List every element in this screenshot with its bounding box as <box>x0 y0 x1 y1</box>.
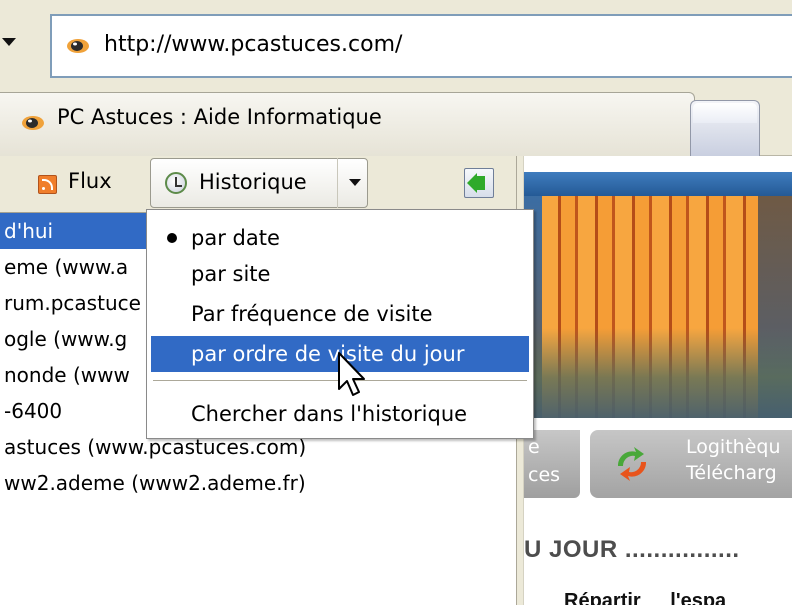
chevron-down-icon[interactable] <box>337 158 369 208</box>
banner-shade <box>524 328 792 418</box>
address-bar-row: http://www.pcastuces.com/ <box>0 0 792 92</box>
recycle-arrows-icon <box>617 447 647 481</box>
site-banner-image <box>524 196 792 418</box>
menu-separator <box>153 380 527 382</box>
rss-icon[interactable] <box>38 175 57 194</box>
history-clock-icon <box>165 172 187 194</box>
site-nav-tab-left[interactable]: e ces <box>524 430 580 498</box>
nav-tab-left-line: ces <box>528 464 561 486</box>
menu-item-label: par site <box>191 262 271 286</box>
menu-item-label: par ordre de visite du jour <box>191 342 465 366</box>
green-arrow-icon[interactable] <box>464 168 494 198</box>
history-select-label: Historique <box>199 170 307 194</box>
radio-bullet-icon <box>167 233 177 243</box>
tab-strip: PC Astuces : Aide Informatique <box>0 92 792 156</box>
menu-item-par-ordre-visite[interactable]: par ordre de visite du jour <box>151 336 529 372</box>
site-top-bar <box>524 172 792 196</box>
url-text[interactable]: http://www.pcastuces.com/ <box>104 32 402 57</box>
sidebar-header: Flux Historique <box>0 156 516 212</box>
menu-item-label: par date <box>191 226 280 250</box>
pcastuces-favicon-icon <box>67 39 89 53</box>
menu-item-par-frequence[interactable]: Par fréquence de visite <box>151 296 529 332</box>
menu-item-label: Par fréquence de visite <box>191 302 433 326</box>
pcastuces-favicon-icon <box>22 116 44 130</box>
menu-item-par-date[interactable]: par date <box>151 220 529 256</box>
tab-second[interactable] <box>690 100 760 156</box>
site-nav-tab-logitheque[interactable]: Logithèqu Télécharg <box>590 430 792 498</box>
section-title: U JOUR ................ <box>524 536 740 563</box>
menu-item-chercher[interactable]: Chercher dans l'historique <box>151 396 529 432</box>
tree-item[interactable]: ww2.ademe (www2.ademe.fr) <box>0 465 516 501</box>
tab-title: PC Astuces : Aide Informatique <box>57 105 382 129</box>
menu-item-par-site[interactable]: par site <box>151 256 529 292</box>
article-word: l'espa <box>670 590 727 605</box>
url-field[interactable]: http://www.pcastuces.com/ <box>50 14 792 78</box>
tab-pc-astuces[interactable]: PC Astuces : Aide Informatique <box>0 92 695 156</box>
web-page-content: e ces Logithèqu Télécharg U JOUR .......… <box>524 156 792 605</box>
nav-tab-left-line: e <box>528 436 540 458</box>
nav-tab-right-line: Télécharg <box>686 462 777 484</box>
history-sort-menu: par date par site Par fréquence de visit… <box>146 209 534 439</box>
menu-item-label: Chercher dans l'historique <box>191 402 468 426</box>
back-history-dropdown-icon[interactable] <box>2 38 16 46</box>
nav-tab-right-line: Logithèqu <box>686 436 781 458</box>
feeds-button-label[interactable]: Flux <box>68 169 112 193</box>
history-view-select[interactable]: Historique <box>150 158 368 208</box>
article-word: Répartir <box>564 590 641 605</box>
article-row[interactable]: Répartir l'espa <box>564 590 750 605</box>
tab-second-highlight <box>693 103 757 123</box>
